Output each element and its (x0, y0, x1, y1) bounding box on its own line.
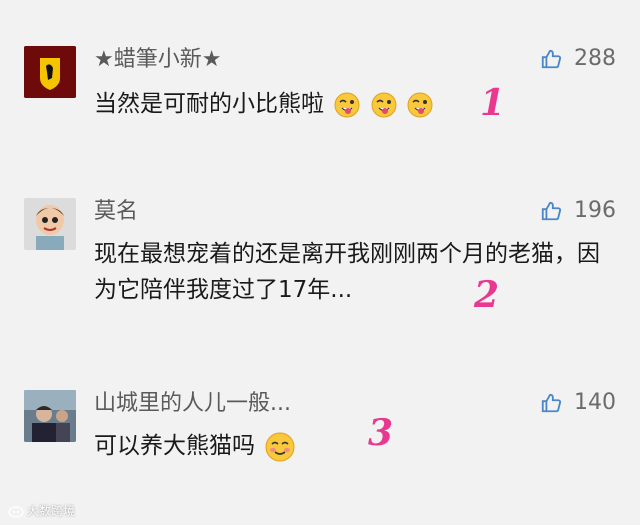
thumbs-up-icon (541, 49, 562, 68)
annotation-number: 3 (368, 412, 394, 454)
thumbs-up-icon (541, 393, 562, 412)
like-button[interactable]: 288 (540, 46, 616, 71)
comment-author[interactable]: 莫名 (94, 198, 138, 226)
annotation-number: 1 (480, 82, 506, 124)
like-count: 288 (574, 46, 616, 71)
comment-author[interactable]: 山城里的人儿一般... (94, 390, 291, 418)
avatar[interactable] (24, 46, 76, 98)
blush-smile-emoji-icon (265, 432, 295, 461)
thumbs-up-icon (541, 201, 562, 220)
comment-text: 当然是可耐的小比熊啦 (94, 86, 609, 122)
avatar[interactable] (24, 198, 76, 250)
comment-body: 可以养大熊猫吗 (94, 433, 255, 459)
watermark: 大数跨境 (8, 502, 75, 519)
avatar[interactable] (24, 390, 76, 442)
like-button[interactable]: 140 (540, 390, 616, 415)
watermark-text: 大数跨境 (27, 504, 76, 518)
watermark-logo-icon (8, 505, 24, 518)
like-count: 140 (574, 390, 616, 415)
like-button[interactable]: 196 (540, 198, 616, 223)
like-count: 196 (574, 198, 616, 223)
comment-text: 可以养大熊猫吗 (94, 428, 609, 464)
wink-tongue-emoji-icon (334, 92, 360, 117)
comment-author[interactable]: ★蜡筆小新★ (94, 46, 221, 74)
wink-tongue-emoji-icon (371, 92, 397, 117)
annotation-number: 2 (474, 274, 500, 316)
comment-body: 现在最想宠着的还是离开我刚刚两个月的老猫，因为它陪伴我度过了17年... (94, 241, 600, 303)
wink-tongue-emoji-icon (407, 92, 433, 117)
comment-body: 当然是可耐的小比熊啦 (94, 91, 324, 117)
